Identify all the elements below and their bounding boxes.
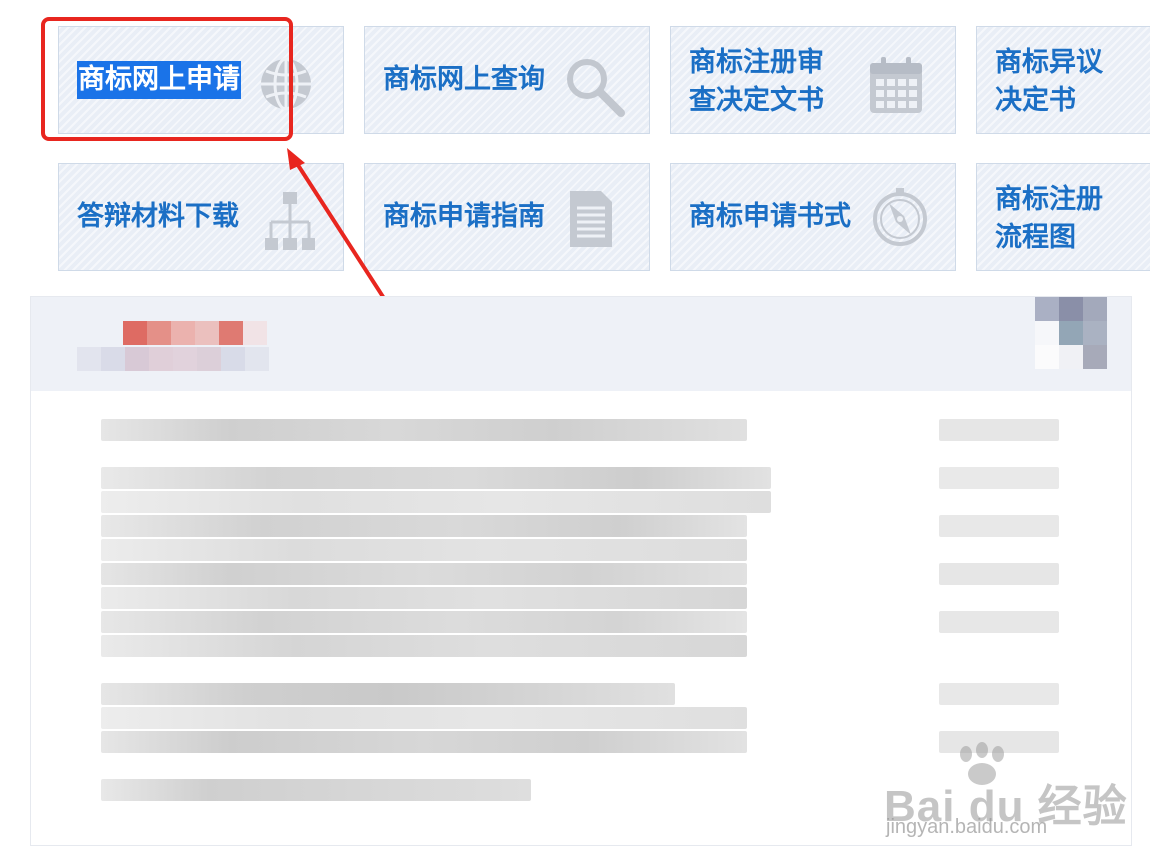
calendar-icon xyxy=(867,55,925,117)
blurred-text-line xyxy=(101,563,747,585)
document-icon xyxy=(567,188,615,250)
tile-label-line: 商标注册审 xyxy=(689,47,824,78)
blurred-text-line xyxy=(101,467,771,489)
magnifier-icon xyxy=(563,55,627,119)
tile-label-line: 流程图 xyxy=(995,222,1076,253)
blurred-text-line xyxy=(101,683,675,705)
tile-label-line: 商标注册 xyxy=(995,184,1103,215)
tile-defense-materials-download[interactable]: 答辩材料下载 xyxy=(58,163,344,271)
blurred-text-line xyxy=(101,707,747,729)
blurred-text-line xyxy=(101,779,531,801)
baidu-jingyan-watermark: Bai du 经验 jingyan.baidu.com xyxy=(880,742,1127,852)
compass-icon xyxy=(871,186,929,248)
blurred-text-line xyxy=(101,491,771,513)
tile-label: 商标注册审 查决定文书 xyxy=(689,44,824,120)
blurred-side-value xyxy=(939,683,1059,705)
tile-opposition-decisions[interactable]: 商标异议 决定书 xyxy=(976,26,1150,134)
tile-label: 商标异议 决定书 xyxy=(995,44,1103,120)
blurred-header-avatar xyxy=(1035,297,1107,369)
blurred-side-value xyxy=(939,563,1059,585)
tile-application-forms[interactable]: 商标申请书式 xyxy=(670,163,956,271)
watermark-url: jingyan.baidu.com xyxy=(886,816,1048,838)
blurred-text-line xyxy=(101,635,747,657)
tile-application-guide[interactable]: 商标申请指南 xyxy=(364,163,650,271)
blurred-header-title xyxy=(123,321,267,345)
blurred-text-line xyxy=(101,611,747,633)
tile-label: 商标网上查询 xyxy=(383,64,545,95)
tile-label-line: 决定书 xyxy=(995,85,1076,116)
red-highlight-box xyxy=(41,17,293,141)
tile-label-line: 查决定文书 xyxy=(689,85,824,116)
tile-label: 商标注册 流程图 xyxy=(995,181,1103,257)
blurred-side-value xyxy=(939,515,1059,537)
blurred-header-subtitle xyxy=(77,347,269,371)
tile-label: 答辩材料下载 xyxy=(77,201,239,232)
blurred-text-line xyxy=(101,419,747,441)
blurred-side-value xyxy=(939,611,1059,633)
tile-label: 商标申请指南 xyxy=(383,201,545,232)
blurred-text-line xyxy=(101,587,747,609)
blurred-side-value xyxy=(939,467,1059,489)
blurred-text-line xyxy=(101,539,747,561)
blurred-text-line xyxy=(101,731,747,753)
tile-review-decisions[interactable]: 商标注册审 查决定文书 xyxy=(670,26,956,134)
tile-label-line: 商标异议 xyxy=(995,47,1103,78)
blurred-text-line xyxy=(101,515,747,537)
tile-online-search[interactable]: 商标网上查询 xyxy=(364,26,650,134)
blurred-side-value xyxy=(939,419,1059,441)
org-chart-icon xyxy=(263,190,317,252)
tile-label: 商标申请书式 xyxy=(689,201,851,232)
tile-registration-flowchart[interactable]: 商标注册 流程图 xyxy=(976,163,1150,271)
